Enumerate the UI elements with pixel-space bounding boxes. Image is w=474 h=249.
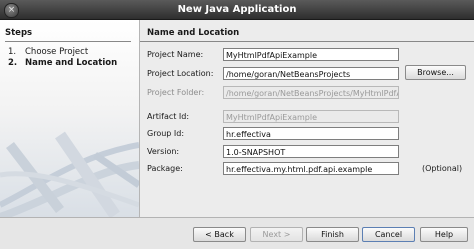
browse-button[interactable]: Browse... xyxy=(405,65,466,80)
panel-divider xyxy=(140,41,474,42)
button-bar: < Back Next > Finish Cancel Help xyxy=(0,217,474,249)
project-location-field[interactable]: /home/goran/NetBeansProjects xyxy=(223,67,399,80)
wizard-window: × New Java Application Steps 1. Choose Pr… xyxy=(0,0,474,249)
version-label: Version: xyxy=(147,147,180,156)
step-name-and-location: 2. Name and Location xyxy=(8,58,117,68)
step-label: Choose Project xyxy=(25,47,89,57)
step-choose-project: 1. Choose Project xyxy=(8,47,88,57)
panel-header: Name and Location xyxy=(147,28,240,38)
project-location-label: Project Location: xyxy=(147,69,214,78)
title-bar: × New Java Application xyxy=(0,0,474,20)
project-name-label: Project Name: xyxy=(147,50,204,59)
cancel-button[interactable]: Cancel xyxy=(362,227,415,242)
next-button[interactable]: Next > xyxy=(250,227,303,242)
package-field[interactable]: hr.effectiva.my.html.pdf.api.example xyxy=(223,162,399,175)
version-field[interactable]: 1.0-SNAPSHOT xyxy=(223,145,399,158)
finish-button[interactable]: Finish xyxy=(306,227,359,242)
artifact-id-field: MyHtmlPdfApiExample xyxy=(223,110,399,123)
window-title: New Java Application xyxy=(177,4,297,15)
steps-divider xyxy=(5,41,131,42)
help-button[interactable]: Help xyxy=(420,227,468,242)
steps-panel: Steps 1. Choose Project 2. Name and Locati… xyxy=(0,20,140,217)
step-number: 1. xyxy=(8,47,17,57)
group-id-label: Group Id: xyxy=(147,129,185,138)
back-button[interactable]: < Back xyxy=(193,227,246,242)
project-folder-field: /home/goran/NetBeansProjects/MyHtmlPdfA xyxy=(223,86,399,99)
wizard-graphic xyxy=(0,131,139,217)
group-id-field[interactable]: hr.effectiva xyxy=(223,127,399,140)
step-number: 2. xyxy=(8,58,18,68)
package-optional-note: (Optional) xyxy=(422,164,463,173)
project-name-field[interactable]: MyHtmlPdfApiExample xyxy=(223,48,399,61)
artifact-id-label: Artifact Id: xyxy=(147,112,190,121)
package-label: Package: xyxy=(147,164,183,173)
step-label: Name and Location xyxy=(25,58,118,68)
name-location-panel: Name and Location Project Name: MyHtmlPd… xyxy=(140,20,474,217)
steps-header: Steps xyxy=(5,28,33,38)
project-folder-label: Project Folder: xyxy=(147,88,205,97)
